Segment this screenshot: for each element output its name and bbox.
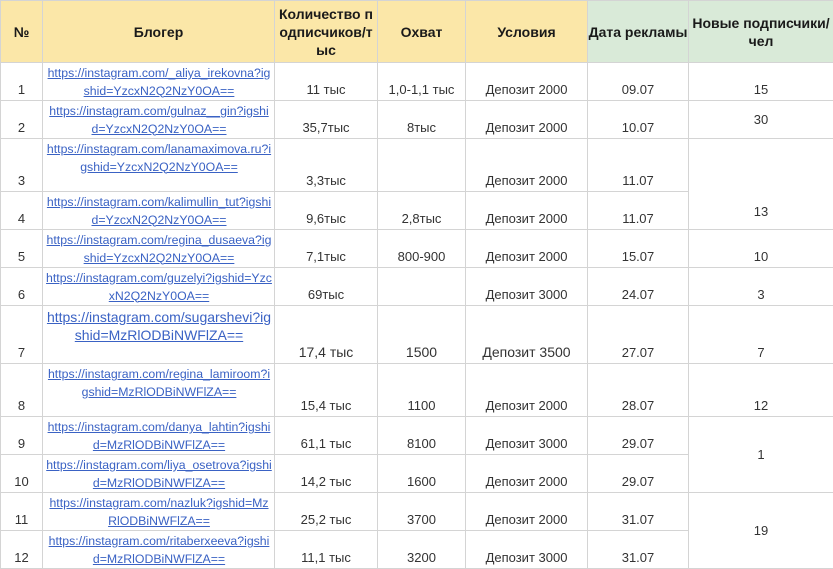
blogger-link[interactable]: https://instagram.com/_aliya_irekovna?ig… <box>46 65 272 100</box>
date-cell: 09.07 <box>588 63 689 101</box>
blogger-link[interactable]: https://instagram.com/regina_lamiroom?ig… <box>46 366 272 401</box>
followers-cell: 11,1 тыс <box>275 531 378 569</box>
row-number: 10 <box>1 455 43 493</box>
followers-cell: 69тыс <box>275 268 378 306</box>
terms-cell: Депозит 2000 <box>466 455 588 493</box>
header-blogger: Блогер <box>43 1 275 63</box>
blogger-link[interactable]: https://instagram.com/guzelyi?igshid=Yzc… <box>46 270 272 305</box>
table-row: 6 https://instagram.com/guzelyi?igshid=Y… <box>1 268 833 306</box>
new-subs-cell: 30 <box>689 101 833 139</box>
reach-cell: 3700 <box>378 493 466 531</box>
terms-cell: Депозит 2000 <box>466 139 588 192</box>
date-cell: 10.07 <box>588 101 689 139</box>
new-subs-cell: 12 <box>689 364 833 417</box>
blogger-link[interactable]: https://instagram.com/gulnaz__gin?igshid… <box>46 103 272 138</box>
header-followers: Количество подписчиков/тыс <box>275 1 378 63</box>
followers-cell: 11 тыс <box>275 63 378 101</box>
row-number: 4 <box>1 192 43 230</box>
row-number: 6 <box>1 268 43 306</box>
table-row: 11 https://instagram.com/nazluk?igshid=M… <box>1 493 833 531</box>
date-cell: 15.07 <box>588 230 689 268</box>
terms-cell: Депозит 2000 <box>466 101 588 139</box>
reach-cell: 800-900 <box>378 230 466 268</box>
new-subs-cell: 13 <box>689 139 833 230</box>
reach-cell: 1500 <box>378 306 466 364</box>
header-new-subs: Новые подписчики/чел <box>689 1 833 63</box>
new-subs-cell: 3 <box>689 268 833 306</box>
row-number: 7 <box>1 306 43 364</box>
terms-cell: Депозит 3500 <box>466 306 588 364</box>
table-row: 8 https://instagram.com/regina_lamiroom?… <box>1 364 833 417</box>
blogger-link[interactable]: https://instagram.com/danya_lahtin?igshi… <box>46 419 272 454</box>
blogger-link[interactable]: https://instagram.com/regina_dusaeva?igs… <box>46 232 272 267</box>
ad-report-table: № Блогер Количество подписчиков/тыс Охва… <box>0 0 833 569</box>
row-number: 9 <box>1 417 43 455</box>
date-cell: 28.07 <box>588 364 689 417</box>
followers-cell: 35,7тыс <box>275 101 378 139</box>
followers-cell: 61,1 тыс <box>275 417 378 455</box>
terms-cell: Депозит 3000 <box>466 268 588 306</box>
terms-cell: Депозит 2000 <box>466 493 588 531</box>
row-number: 8 <box>1 364 43 417</box>
new-subs-cell: 15 <box>689 63 833 101</box>
date-cell: 11.07 <box>588 139 689 192</box>
date-cell: 31.07 <box>588 531 689 569</box>
followers-cell: 7,1тыс <box>275 230 378 268</box>
reach-cell <box>378 139 466 192</box>
table-row: 9 https://instagram.com/danya_lahtin?igs… <box>1 417 833 455</box>
table-row: 7 https://instagram.com/sugarshevi?igshi… <box>1 306 833 364</box>
blogger-link[interactable]: https://instagram.com/liya_osetrova?igsh… <box>46 457 272 492</box>
header-reach: Охват <box>378 1 466 63</box>
terms-cell: Депозит 2000 <box>466 230 588 268</box>
new-subs-cell: 19 <box>689 493 833 569</box>
header-num: № <box>1 1 43 63</box>
terms-cell: Депозит 3000 <box>466 417 588 455</box>
row-number: 1 <box>1 63 43 101</box>
followers-cell: 25,2 тыс <box>275 493 378 531</box>
terms-cell: Депозит 3000 <box>466 531 588 569</box>
row-number: 11 <box>1 493 43 531</box>
followers-cell: 3,3тыс <box>275 139 378 192</box>
reach-cell: 8100 <box>378 417 466 455</box>
header-row: № Блогер Количество подписчиков/тыс Охва… <box>1 1 833 63</box>
date-cell: 29.07 <box>588 417 689 455</box>
header-terms: Условия <box>466 1 588 63</box>
new-subs-cell: 10 <box>689 230 833 268</box>
terms-cell: Депозит 2000 <box>466 63 588 101</box>
row-number: 3 <box>1 139 43 192</box>
row-number: 5 <box>1 230 43 268</box>
new-subs-cell: 1 <box>689 417 833 493</box>
terms-cell: Депозит 2000 <box>466 364 588 417</box>
table-row: 2 https://instagram.com/gulnaz__gin?igsh… <box>1 101 833 139</box>
reach-cell: 2,8тыс <box>378 192 466 230</box>
date-cell: 31.07 <box>588 493 689 531</box>
blogger-link[interactable]: https://instagram.com/ritaberxeeva?igshi… <box>46 533 272 568</box>
reach-cell: 8тыс <box>378 101 466 139</box>
table-row: 1 https://instagram.com/_aliya_irekovna?… <box>1 63 833 101</box>
table-row: 5 https://instagram.com/regina_dusaeva?i… <box>1 230 833 268</box>
followers-cell: 15,4 тыс <box>275 364 378 417</box>
reach-cell: 1600 <box>378 455 466 493</box>
row-number: 12 <box>1 531 43 569</box>
date-cell: 27.07 <box>588 306 689 364</box>
header-date: Дата рекламы <box>588 1 689 63</box>
terms-cell: Депозит 2000 <box>466 192 588 230</box>
date-cell: 24.07 <box>588 268 689 306</box>
reach-cell: 3200 <box>378 531 466 569</box>
table-row: 3 https://instagram.com/lanamaximova.ru?… <box>1 139 833 192</box>
date-cell: 11.07 <box>588 192 689 230</box>
row-number: 2 <box>1 101 43 139</box>
followers-cell: 17,4 тыс <box>275 306 378 364</box>
reach-cell: 1,0-1,1 тыс <box>378 63 466 101</box>
reach-cell <box>378 268 466 306</box>
reach-cell: 1100 <box>378 364 466 417</box>
blogger-link[interactable]: https://instagram.com/lanamaximova.ru?ig… <box>46 141 272 176</box>
new-subs-cell: 7 <box>689 306 833 364</box>
blogger-link[interactable]: https://instagram.com/nazluk?igshid=MzRl… <box>46 495 272 530</box>
date-cell: 29.07 <box>588 455 689 493</box>
blogger-link[interactable]: https://instagram.com/kalimullin_tut?igs… <box>46 194 272 229</box>
followers-cell: 9,6тыс <box>275 192 378 230</box>
followers-cell: 14,2 тыс <box>275 455 378 493</box>
blogger-link[interactable]: https://instagram.com/sugarshevi?igshid=… <box>46 308 272 344</box>
